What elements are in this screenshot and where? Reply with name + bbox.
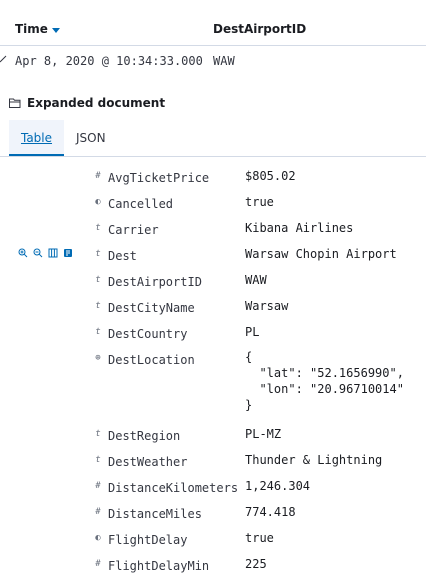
field-value: Kibana Airlines <box>245 221 354 235</box>
field-name: FlightDelayMin <box>108 559 210 573</box>
string-type-icon: t <box>95 301 101 311</box>
string-type-icon: t <box>95 223 101 233</box>
row-dest-value: WAW <box>213 54 235 68</box>
row-collapse-icon[interactable] <box>0 55 7 63</box>
expanded-document-label: Expanded document <box>27 96 166 110</box>
row-time-value: Apr 8, 2020 @ 10:34:33.000 <box>15 54 203 68</box>
time-column-header[interactable]: Time <box>15 22 60 36</box>
boolean-type-icon: ◐ <box>95 533 101 543</box>
number-type-icon: # <box>95 507 101 517</box>
string-type-icon: t <box>95 327 101 337</box>
time-column-label: Time <box>15 22 48 36</box>
field-name: DestLocation <box>108 353 195 367</box>
expanded-document-title: Expanded document <box>9 96 165 110</box>
folder-open-icon <box>9 98 21 108</box>
field-name: DestWeather <box>108 455 188 469</box>
field-name: DestCountry <box>108 327 188 341</box>
field-actions <box>18 248 73 258</box>
field-value: Warsaw Chopin Airport <box>245 247 397 261</box>
number-type-icon: # <box>95 171 101 181</box>
field-value: 1,246.304 <box>245 479 311 493</box>
field-value: 774.418 <box>245 505 296 519</box>
string-type-icon: t <box>95 455 101 465</box>
dest-airport-column-header[interactable]: DestAirportID <box>213 22 306 36</box>
sort-desc-icon[interactable] <box>51 27 60 33</box>
geo-point-type-icon: ⊕ <box>95 353 101 363</box>
field-name: DistanceKilometers <box>108 481 239 495</box>
field-value: true <box>245 195 274 209</box>
field-value: Warsaw <box>245 299 289 313</box>
field-value: { "lat": "52.1656990", "lon": "20.967100… <box>245 350 404 412</box>
field-value: Thunder & Lightning <box>245 453 383 467</box>
field-name: Dest <box>108 249 137 263</box>
filter-exists-icon[interactable] <box>63 248 73 258</box>
field-value: true <box>245 531 274 545</box>
field-name: FlightDelay <box>108 533 188 547</box>
field-value: WAW <box>245 273 267 287</box>
field-value: PL <box>245 325 260 339</box>
doc-table-header: Time DestAirportID <box>0 0 426 46</box>
field-name: DistanceMiles <box>108 507 202 521</box>
table-column-icon[interactable] <box>48 248 58 258</box>
field-name: DestCityName <box>108 301 195 315</box>
field-value: PL-MZ <box>245 427 282 441</box>
doc-viewer-tabs: Table JSON <box>0 120 426 157</box>
number-type-icon: # <box>95 481 101 491</box>
field-value: $805.02 <box>245 169 296 183</box>
number-type-icon: # <box>95 559 101 569</box>
field-value: 225 <box>245 557 267 571</box>
document-row[interactable]: Apr 8, 2020 @ 10:34:33.000 WAW <box>0 52 426 72</box>
field-name: DestAirportID <box>108 275 202 289</box>
tab-table[interactable]: Table <box>9 120 64 156</box>
magnify-plus-icon[interactable] <box>18 248 28 258</box>
string-type-icon: t <box>95 429 101 439</box>
string-type-icon: t <box>95 275 101 285</box>
magnify-minus-icon[interactable] <box>33 248 43 258</box>
string-type-icon: t <box>95 249 101 259</box>
field-name: Cancelled <box>108 197 174 211</box>
field-name: AvgTicketPrice <box>108 171 210 185</box>
tab-json[interactable]: JSON <box>76 120 106 156</box>
field-name: DestRegion <box>108 429 181 443</box>
boolean-type-icon: ◐ <box>95 197 101 207</box>
field-name: Carrier <box>108 223 159 237</box>
